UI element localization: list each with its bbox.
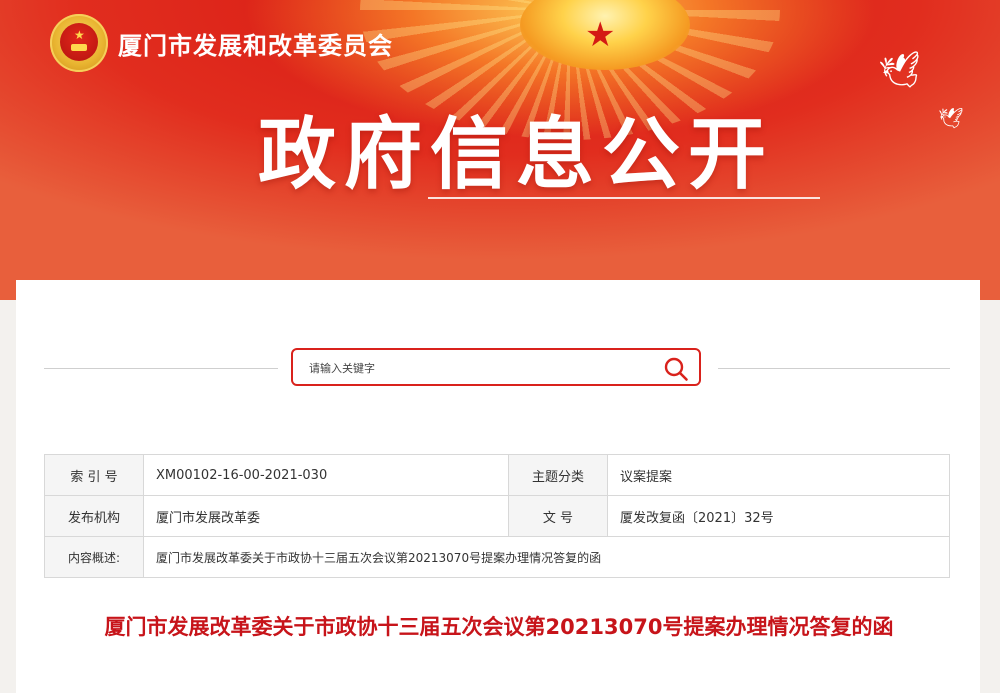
search-input[interactable] (307, 350, 651, 386)
metadata-table: 索 引 号 XM00102-16-00-2021-030 主题分类 议案提案 发… (44, 454, 950, 578)
dove-icon: 🕊 (876, 48, 927, 96)
summary-value: 厦门市发展改革委关于市政协十三届五次会议第20213070号提案办理情况答复的函 (143, 536, 950, 578)
divider (718, 368, 950, 369)
star-icon: ★ (585, 15, 616, 55)
banner-title: 政府信息公开 (258, 110, 775, 200)
publisher-value: 厦门市发展改革委 (143, 495, 509, 537)
category-value: 议案提案 (607, 454, 950, 496)
summary-label: 内容概述: (44, 536, 144, 578)
table-row: 索 引 号 XM00102-16-00-2021-030 主题分类 议案提案 (44, 454, 950, 496)
document-title: 厦门市发展改革委关于市政协十三届五次会议第20213070号提案办理情况答复的函 (104, 615, 894, 639)
national-emblem-logo[interactable]: ★ (50, 14, 108, 72)
org-name[interactable]: 厦门市发展和改革委员会 (118, 26, 393, 61)
doc-number-value: 厦发改复函〔2021〕32号 (607, 495, 950, 537)
search-icon[interactable] (663, 356, 689, 382)
header-banner: ★ ★ 厦门市发展和改革委员会 政府信息公开 🕊 🕊 (0, 0, 1000, 300)
content-panel: 索 引 号 XM00102-16-00-2021-030 主题分类 议案提案 发… (16, 280, 980, 693)
table-row: 发布机构 厦门市发展改革委 文 号 厦发改复函〔2021〕32号 (44, 495, 950, 537)
doc-number-label: 文 号 (508, 495, 608, 537)
index-label: 索 引 号 (44, 454, 144, 496)
index-value: XM00102-16-00-2021-030 (143, 454, 509, 496)
search-box (291, 348, 701, 386)
divider (44, 368, 278, 369)
title-underline (428, 197, 820, 199)
dove-icon: 🕊 (938, 106, 964, 130)
table-row: 内容概述: 厦门市发展改革委关于市政协十三届五次会议第20213070号提案办理… (44, 536, 950, 578)
publisher-label: 发布机构 (44, 495, 144, 537)
category-label: 主题分类 (508, 454, 608, 496)
